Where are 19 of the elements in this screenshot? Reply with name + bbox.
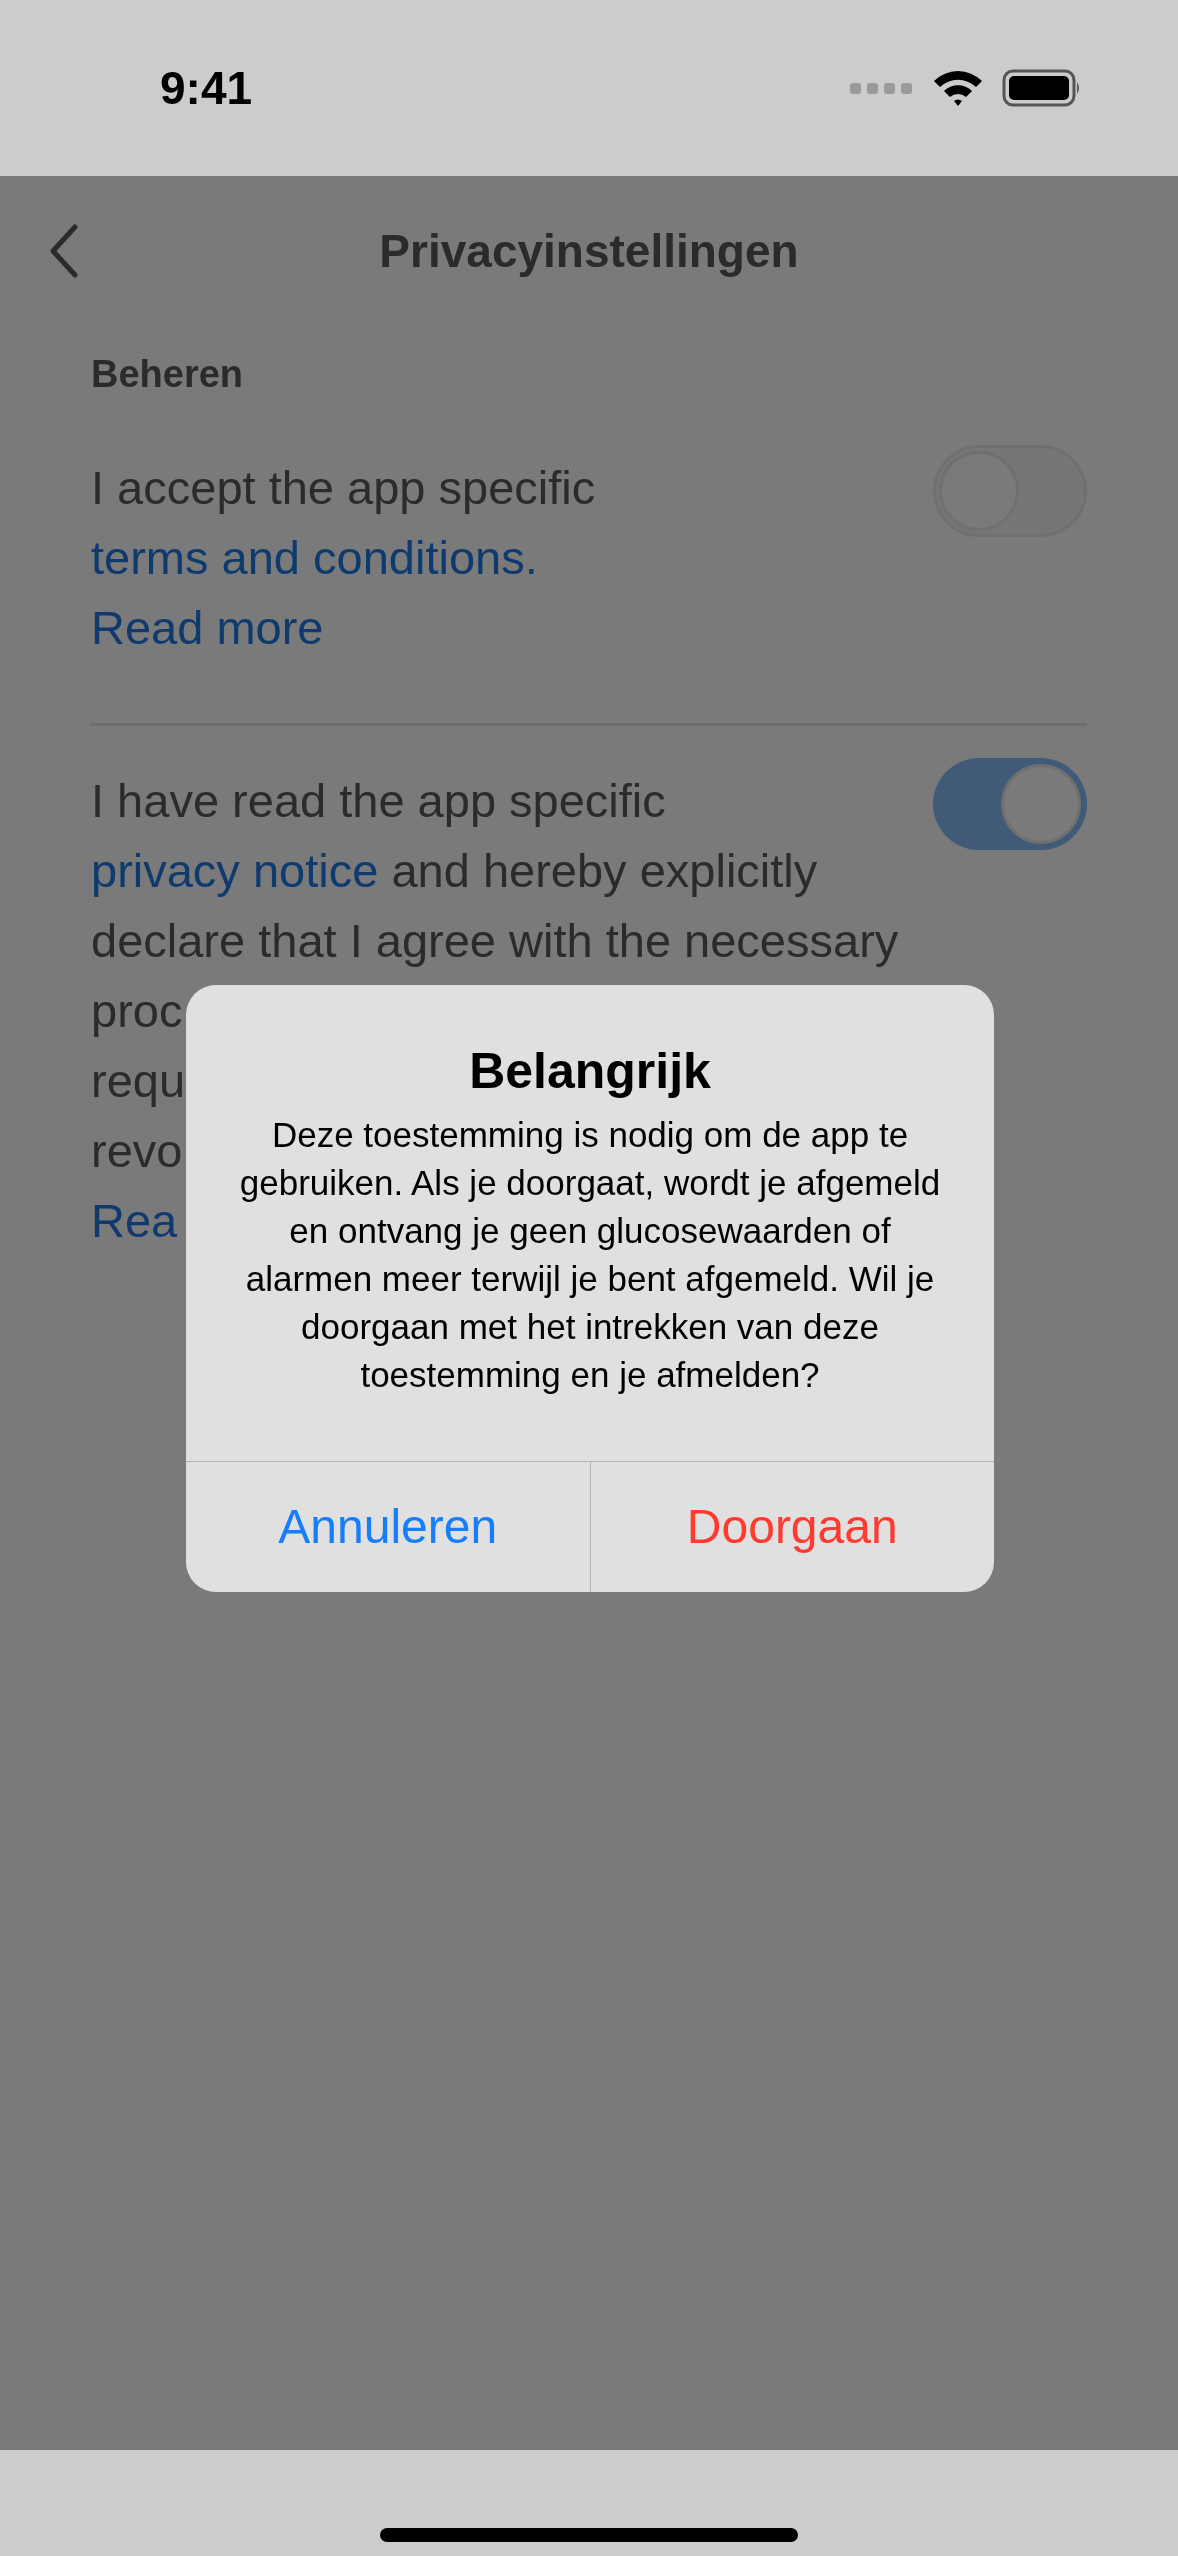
consent-text-line: revo bbox=[91, 1123, 183, 1179]
dialog-title: Belangrijk bbox=[468, 1042, 712, 1101]
read-more-link[interactable]: Rea bbox=[91, 1186, 178, 1256]
dialog-message: Deze toestemming is nodig om de app te gebruiken. Als je doorgaat, wordt je afgemeld en ontvang je geen glucosewaarden of alarmen meer terwijl je bent afgemeld. Wil je doorgaan met het intrekken van deze toestemming en je afmelden? bbox=[238, 1114, 942, 1396]
consent-text-line: proc bbox=[91, 983, 183, 1039]
signal-icon bbox=[850, 81, 914, 95]
consent-text: I accept the app specific terms and conditions. bbox=[91, 460, 597, 586]
consent-text-line: requ bbox=[91, 1053, 186, 1109]
continue-button[interactable]: Doorgaan bbox=[589, 1462, 994, 1592]
status-time: 9:41 bbox=[160, 60, 253, 116]
battery-icon bbox=[1002, 69, 1082, 107]
cancel-button[interactable]: Annuleren bbox=[186, 1462, 590, 1592]
screen-title: Privacyinstellingen bbox=[379, 223, 799, 279]
section-heading: Beheren bbox=[91, 352, 245, 397]
chevron-left-icon bbox=[49, 223, 79, 279]
inline-link[interactable]: terms and conditions. bbox=[91, 531, 538, 584]
read-more-link[interactable]: Read more bbox=[91, 593, 324, 663]
wifi-icon bbox=[932, 69, 984, 107]
inline-link[interactable]: privacy notice bbox=[91, 844, 379, 897]
